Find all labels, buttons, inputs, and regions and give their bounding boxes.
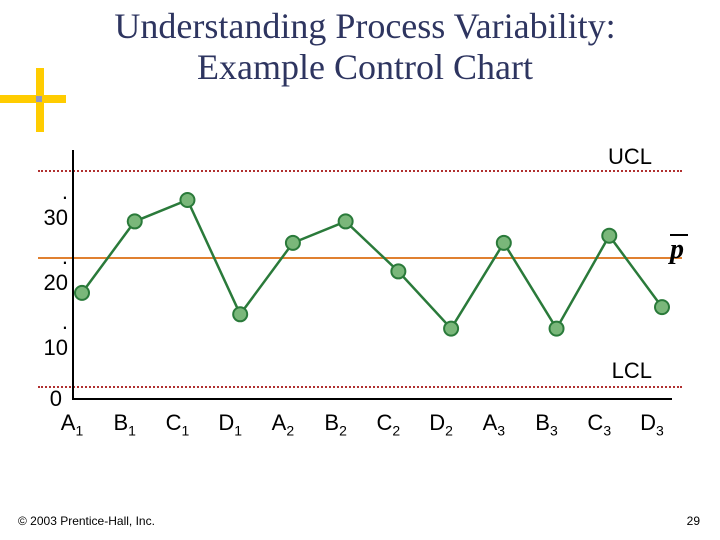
series-line: [82, 200, 662, 329]
title-line-1: Understanding Process Variability:: [114, 6, 615, 46]
title-accent-square: [36, 96, 42, 102]
y-tick-20: . 20: [34, 244, 68, 296]
title-line-2: Example Control Chart: [197, 47, 533, 87]
x-tick-D3: D3: [628, 410, 676, 437]
series-points: [75, 193, 669, 336]
title-accent-bar: [0, 95, 66, 103]
y-tick-30: . 30: [34, 179, 68, 231]
data-point-A1: [75, 286, 89, 300]
x-tick-C2: C2: [364, 410, 412, 437]
x-tick-B2: B2: [312, 410, 360, 437]
x-tick-C3: C3: [575, 410, 623, 437]
data-point-D3: [655, 300, 669, 314]
x-tick-C1: C1: [153, 410, 201, 437]
x-tick-D1: D1: [206, 410, 254, 437]
x-tick-D2: D2: [417, 410, 465, 437]
x-tick-B1: B1: [101, 410, 149, 437]
slide-title: Understanding Process Variability: Examp…: [60, 6, 670, 89]
data-point-A3: [497, 236, 511, 250]
x-tick-B3: B3: [523, 410, 571, 437]
slide: Understanding Process Variability: Examp…: [0, 0, 720, 540]
data-point-D2: [444, 322, 458, 336]
copyright: © 2003 Prentice-Hall, Inc.: [18, 514, 155, 528]
data-point-D1: [233, 307, 247, 321]
x-tick-A3: A3: [470, 410, 518, 437]
plot-area: [72, 150, 672, 400]
pbar-label: p: [670, 234, 688, 266]
x-tick-A2: A2: [259, 410, 307, 437]
data-point-A2: [286, 236, 300, 250]
y-tick-10: . 10: [34, 309, 68, 361]
y-tick-0: 0: [28, 386, 62, 412]
pbar-letter: p: [670, 234, 684, 265]
data-point-B2: [339, 214, 353, 228]
data-point-B3: [550, 322, 564, 336]
data-point-C3: [602, 229, 616, 243]
data-point-C2: [391, 264, 405, 278]
data-point-C1: [180, 193, 194, 207]
x-tick-A1: A1: [48, 410, 96, 437]
control-chart: UCL p LCL . 30 . 20 . 10 0 A1B1C1D1A2B2C…: [38, 150, 682, 430]
data-point-B1: [128, 214, 142, 228]
page-number: 29: [687, 514, 700, 528]
